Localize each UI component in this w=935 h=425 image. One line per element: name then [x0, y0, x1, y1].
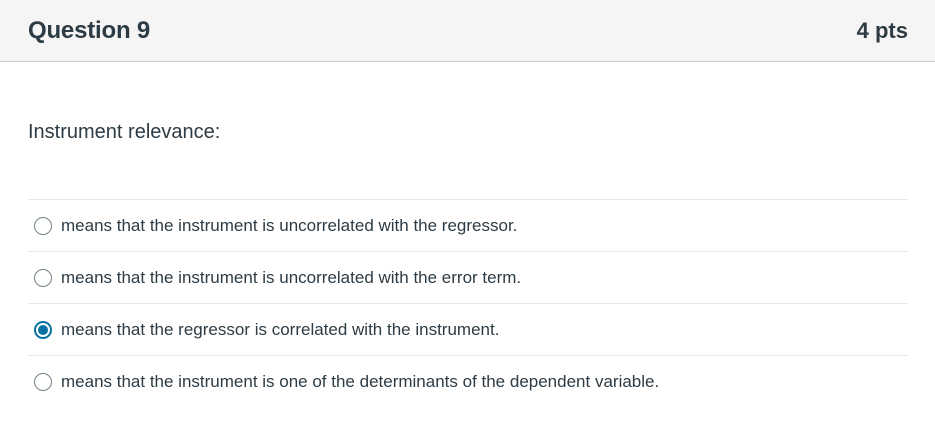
radio-button[interactable] [34, 373, 52, 391]
question-header: Question 9 4 pts [0, 0, 935, 62]
answer-list: means that the instrument is uncorrelate… [28, 199, 908, 408]
question-title: Question 9 [28, 16, 151, 44]
answer-option-1[interactable]: means that the instrument is uncorrelate… [28, 200, 908, 252]
radio-button[interactable] [34, 320, 52, 339]
answer-label[interactable]: means that the instrument is one of the … [61, 372, 659, 392]
question-prompt: Instrument relevance: [28, 121, 221, 143]
answer-option-4[interactable]: means that the instrument is one of the … [28, 356, 908, 408]
quiz-question: Question 9 4 pts Instrument relevance: m… [0, 0, 935, 425]
answer-label[interactable]: means that the regressor is correlated w… [61, 320, 499, 340]
answer-label[interactable]: means that the instrument is uncorrelate… [61, 268, 521, 288]
question-points: 4 pts [856, 17, 908, 43]
answer-label[interactable]: means that the instrument is uncorrelate… [61, 216, 517, 236]
radio-button[interactable] [34, 268, 52, 287]
answer-option-3[interactable]: means that the regressor is correlated w… [28, 304, 908, 356]
radio-button[interactable] [34, 216, 52, 235]
answer-option-2[interactable]: means that the instrument is uncorrelate… [28, 252, 908, 304]
